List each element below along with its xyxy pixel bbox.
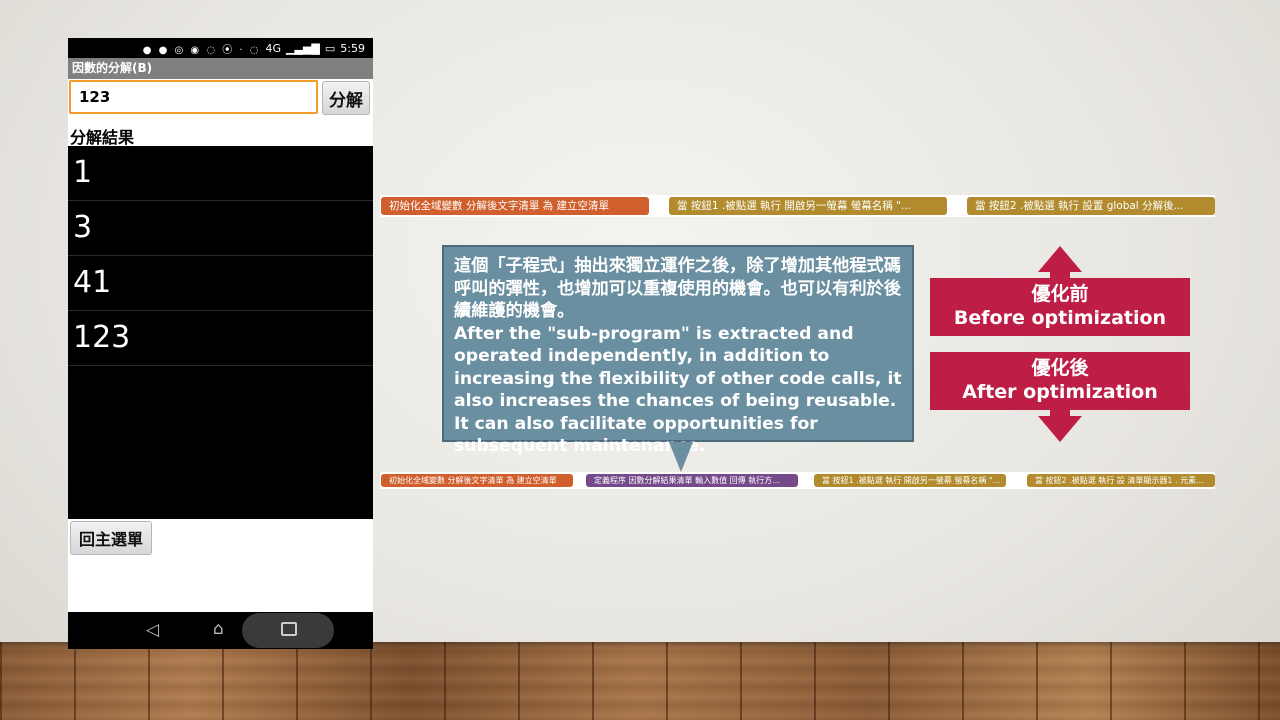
legend-before-zh: 優化前	[1031, 283, 1089, 305]
block-button2-click: 當 按鈕2 .被點選 執行 設置 global 分解後...	[967, 197, 1215, 215]
callout-pointer-icon	[669, 442, 693, 472]
list-item[interactable]: 41	[68, 256, 373, 311]
list-item[interactable]: 3	[68, 201, 373, 256]
number-input[interactable]	[69, 80, 318, 114]
list-item[interactable]: 123	[68, 311, 373, 366]
phone-screenshot: ● ● ◎ ◉ ◌ ⦿ · ◌ 4G ▁▃▅▇ ▭ 5:59 因數的分解(B) …	[68, 38, 373, 649]
arrow-up-icon	[1038, 246, 1082, 272]
block-define-procedure: 定義程序 因數分解結果清單 輸入數值 回傳 執行方...	[586, 474, 798, 487]
nav-home-icon[interactable]: ⌂	[213, 619, 224, 639]
legend-before-en: Before optimization	[953, 307, 1167, 329]
callout-text-en: After the "sub-program" is extracted and…	[454, 323, 902, 457]
callout-text-zh: 這個「子程式」抽出來獨立運作之後，除了增加其他程式碼呼叫的彈性，也增加可以重複使…	[454, 256, 901, 321]
result-list[interactable]: 1 3 41 123	[68, 146, 373, 519]
legend-after: 優化後 After optimization	[930, 352, 1190, 410]
arrow-down-icon	[1038, 416, 1082, 442]
battery-icon: ▭	[324, 41, 336, 55]
block-button1-click: 當 按鈕1 .被點選 執行 開啟另一螢幕 螢幕名稱 "...	[814, 474, 1006, 487]
network-indicator: 4G	[265, 41, 282, 55]
block-init-global: 初始化全域變數 分解後文字清單 為 建立空清單	[381, 474, 573, 487]
factor-button[interactable]: 分解	[322, 81, 370, 115]
result-label: 分解結果	[70, 128, 135, 147]
nav-back-icon[interactable]: ◁	[146, 620, 159, 640]
explanation-callout: 這個「子程式」抽出來獨立運作之後，除了增加其他程式碼呼叫的彈性，也增加可以重複使…	[442, 245, 914, 456]
blocks-before-strip: 初始化全域變數 分解後文字清單 為 建立空清單 當 按鈕1 .被點選 執行 開啟…	[380, 195, 1215, 217]
block-init-global: 初始化全域變數 分解後文字清單 為 建立空清單	[381, 197, 649, 215]
status-bar: ● ● ◎ ◉ ◌ ⦿ · ◌ 4G ▁▃▅▇ ▭ 5:59	[68, 38, 373, 58]
android-nav-bar: ◁ ⌂	[68, 612, 373, 649]
list-item[interactable]: 1	[68, 146, 373, 201]
legend-before: 優化前 Before optimization	[930, 278, 1190, 336]
legend-after-en: After optimization	[962, 381, 1158, 403]
block-button2-click: 當 按鈕2 .被點選 執行 設 清單顯示器1 . 元素...	[1027, 474, 1215, 487]
nav-recent-button[interactable]	[242, 613, 334, 648]
block-button1-click: 當 按鈕1 .被點選 執行 開啟另一螢幕 螢幕名稱 "...	[669, 197, 947, 215]
back-to-menu-button[interactable]: 回主選單	[70, 521, 152, 555]
signal-icon: ▁▃▅▇	[286, 41, 320, 55]
notification-icons: ● ● ◎ ◉ ◌ ⦿ · ◌	[142, 44, 261, 56]
legend-after-zh: 優化後	[1031, 357, 1089, 379]
status-time: 5:59	[340, 41, 365, 55]
wood-floor	[0, 642, 1280, 720]
blocks-after-strip: 初始化全域變數 分解後文字清單 為 建立空清單 定義程序 因數分解結果清單 輸入…	[380, 472, 1215, 489]
nav-recent-icon	[281, 622, 297, 636]
app-title-bar: 因數的分解(B)	[68, 58, 373, 79]
